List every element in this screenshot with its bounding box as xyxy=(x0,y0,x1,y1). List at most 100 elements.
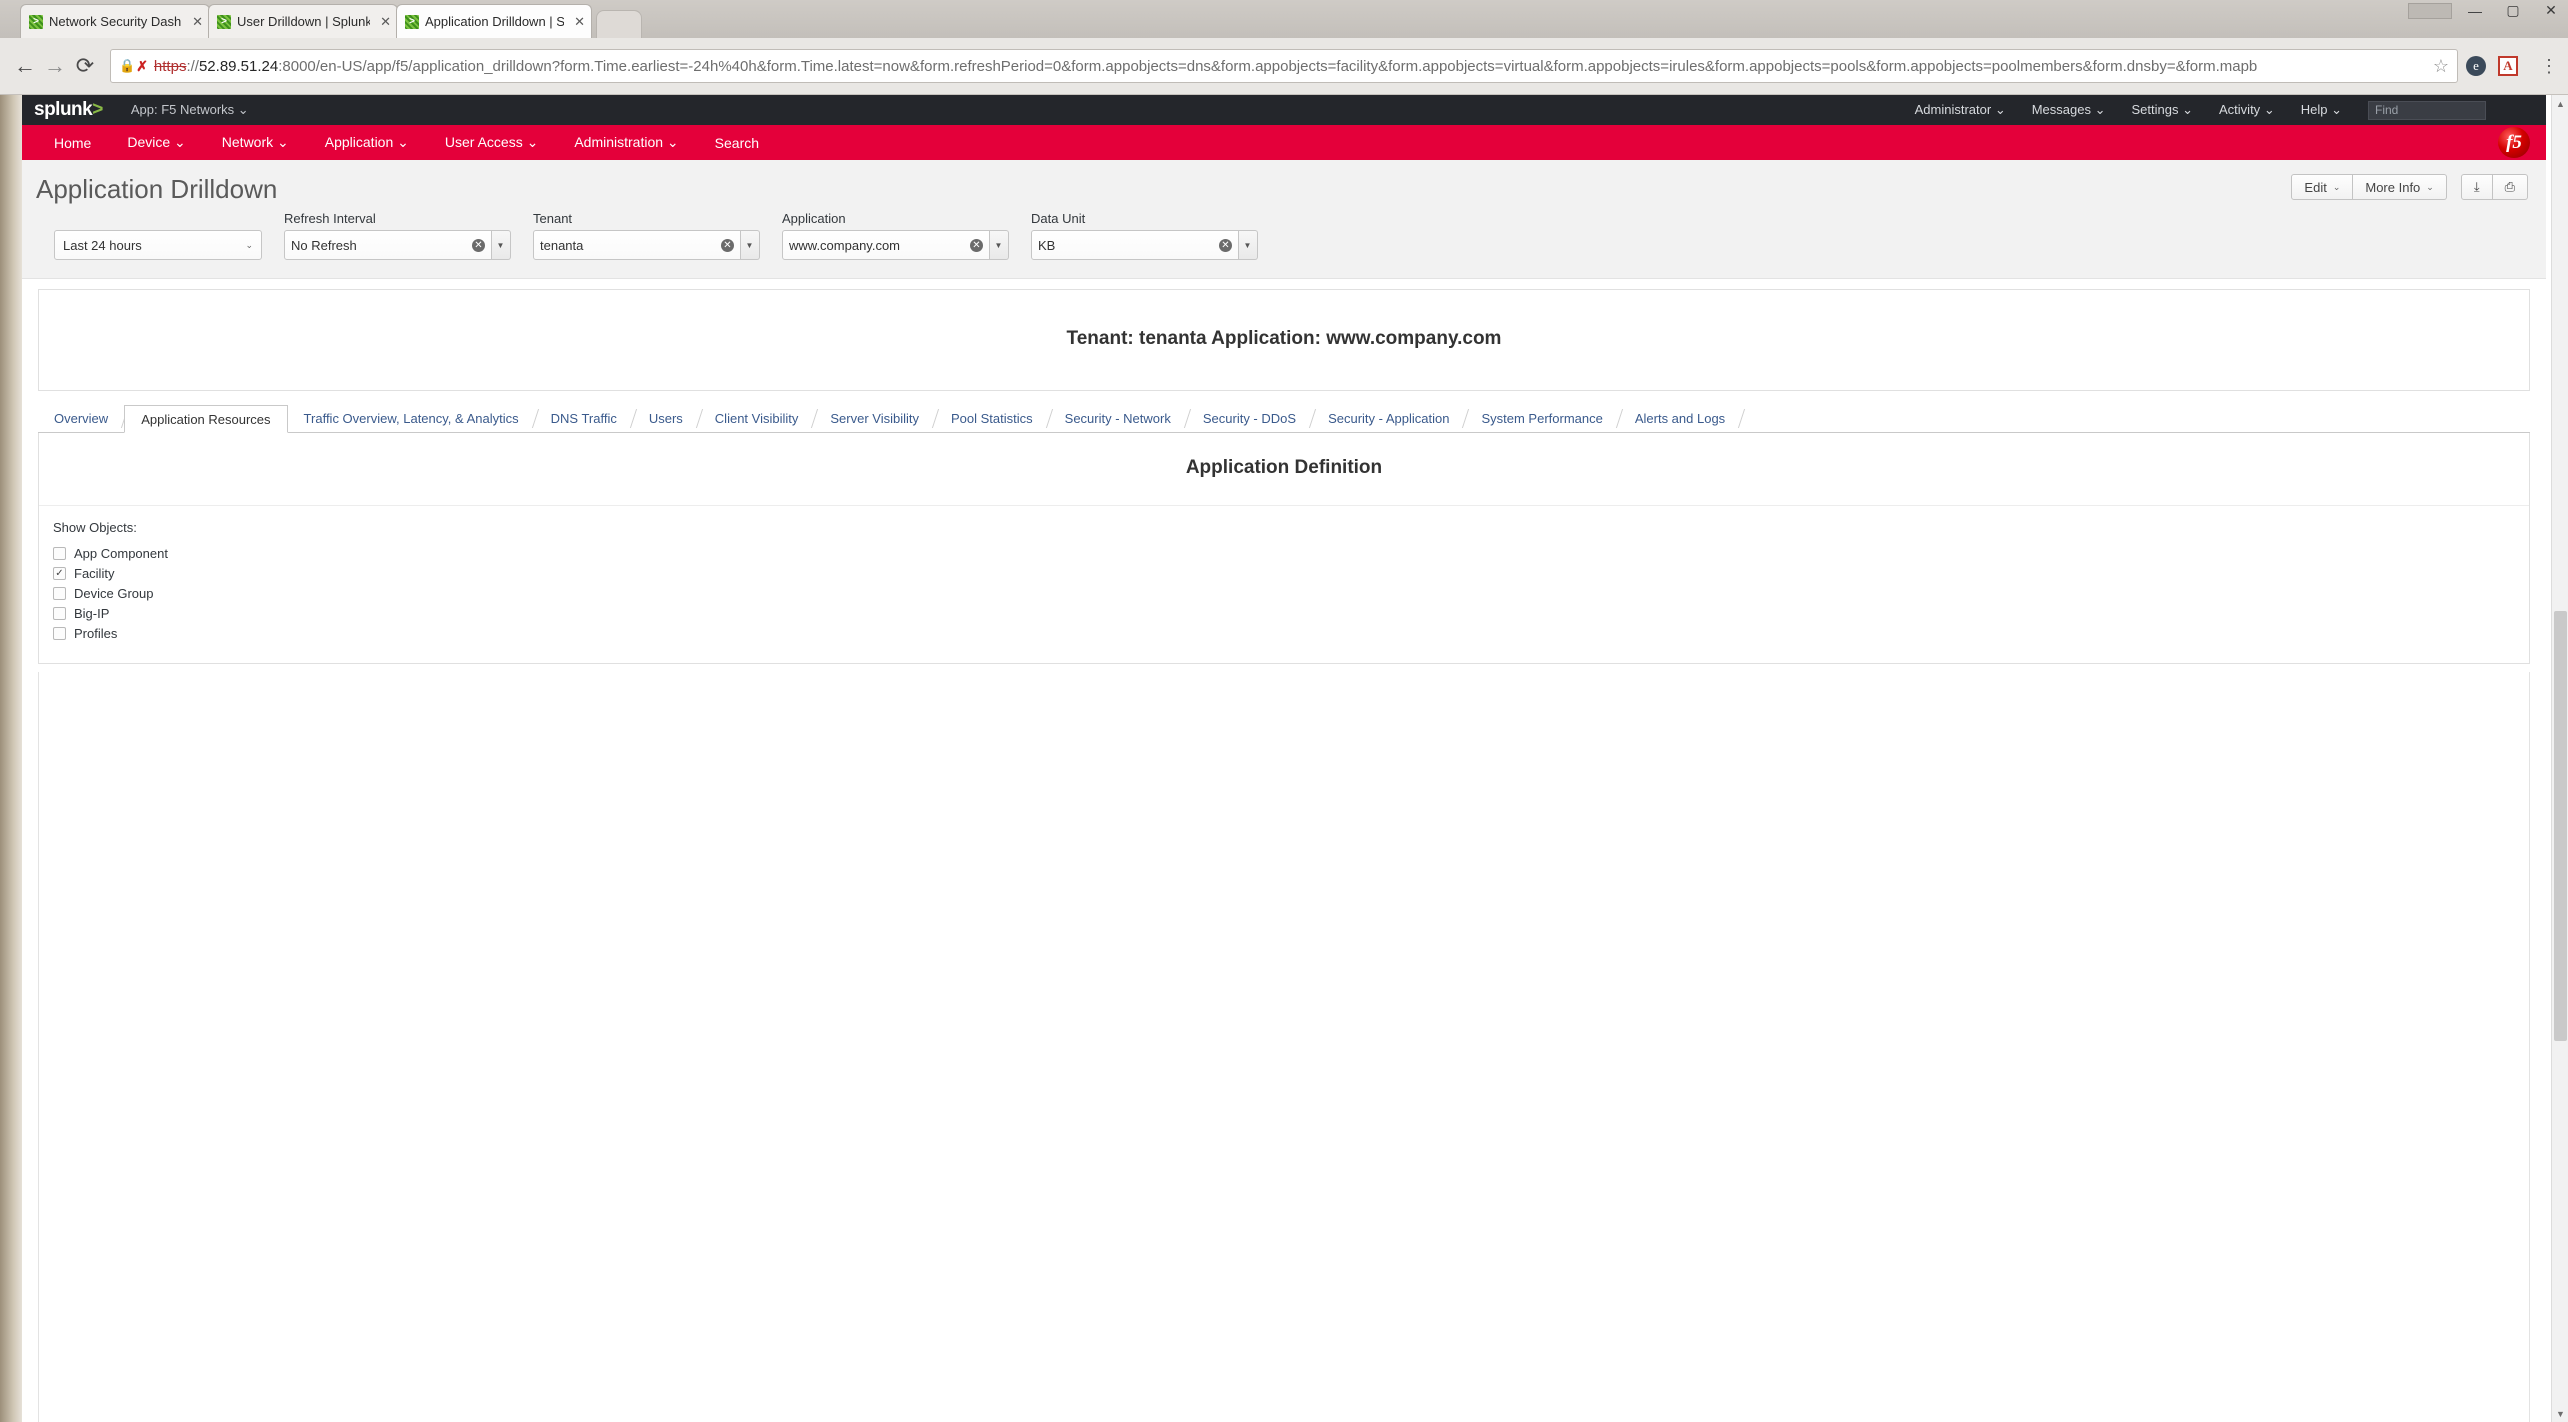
window-close-icon[interactable]: ✕ xyxy=(2540,2,2562,19)
browser-tab-2[interactable]: > Application Drilldown | Sp ✕ xyxy=(396,4,592,38)
tenant-input[interactable]: tenanta ✕ xyxy=(533,230,741,260)
back-icon[interactable]: ← xyxy=(10,53,40,79)
tab-users[interactable]: Users xyxy=(633,405,703,432)
close-icon[interactable]: ✕ xyxy=(188,14,203,30)
browser-tab-title: Network Security Dashbo xyxy=(49,14,183,29)
tenant-dropdown[interactable]: ▼ xyxy=(740,230,760,260)
time-range-select[interactable]: Last 24 hours ⌄ xyxy=(54,230,262,260)
user-menu-administrator[interactable]: Administrator ⌄ xyxy=(1915,102,2006,118)
tab-alerts-and-logs[interactable]: Alerts and Logs xyxy=(1619,405,1746,432)
clear-icon[interactable]: ✕ xyxy=(1219,238,1232,252)
menu-help[interactable]: Help ⌄ xyxy=(2301,102,2342,118)
clear-icon[interactable]: ✕ xyxy=(721,238,734,252)
data-unit-input[interactable]: KB ✕ xyxy=(1031,230,1239,260)
clear-icon[interactable]: ✕ xyxy=(970,238,983,252)
page-content: splunk> App: F5 Networks ⌄ Administrator… xyxy=(22,95,2546,1422)
nav-item-administration[interactable]: Administration ⌄ xyxy=(556,134,696,151)
refresh-interval-value: No Refresh xyxy=(291,237,357,253)
splunk-system-bar-right: Administrator ⌄ Messages ⌄ Settings ⌄ Ac… xyxy=(1915,95,2486,125)
tab-overview[interactable]: Overview xyxy=(38,405,129,432)
checkbox-facility[interactable]: ✓ Facility xyxy=(53,563,2529,583)
browser-tab-1[interactable]: > User Drilldown | Splunk ✕ xyxy=(208,4,398,38)
checkbox-app-component[interactable]: App Component xyxy=(53,543,2529,563)
dashboard-actions: Edit ⌄ More Info ⌄ ⤓ ⎙ xyxy=(2291,174,2528,200)
tab-application-resources[interactable]: Application Resources xyxy=(124,405,288,433)
nav-item-home[interactable]: Home xyxy=(36,135,109,151)
pdf-extension-icon[interactable]: A xyxy=(2498,56,2518,76)
checkbox-icon[interactable] xyxy=(53,546,66,560)
scroll-down-icon[interactable]: ▼ xyxy=(2552,1405,2568,1422)
address-bar[interactable]: 🔒 ✗ https://52.89.51.24:8000/en-US/app/f5… xyxy=(110,49,2458,83)
checkbox-big-ip[interactable]: Big-IP xyxy=(53,603,2529,623)
checkbox-label: Big-IP xyxy=(74,605,110,621)
filter-tenant: Tenant tenanta ✕ ▼ xyxy=(533,211,760,260)
edit-moreinfo-group: Edit ⌄ More Info ⌄ xyxy=(2291,174,2447,200)
menu-activity[interactable]: Activity ⌄ xyxy=(2219,102,2275,118)
tab-dns-traffic[interactable]: DNS Traffic xyxy=(535,405,637,432)
f5-app-nav: Home Device ⌄ Network ⌄ Application ⌄ Us… xyxy=(22,125,2546,160)
data-unit-dropdown[interactable]: ▼ xyxy=(1238,230,1258,260)
window-controls[interactable]: — ▢ ✕ xyxy=(2464,2,2562,19)
nav-item-device[interactable]: Device ⌄ xyxy=(109,134,203,151)
f5-logo-icon: f5 xyxy=(2498,127,2530,158)
scroll-up-icon[interactable]: ▲ xyxy=(2552,95,2568,112)
checkbox-profiles[interactable]: Profiles xyxy=(53,623,2529,643)
find-input[interactable]: Find xyxy=(2368,100,2486,120)
tab-traffic-overview[interactable]: Traffic Overview, Latency, & Analytics xyxy=(288,405,539,432)
refresh-interval-input[interactable]: No Refresh ✕ xyxy=(284,230,492,260)
menu-messages[interactable]: Messages ⌄ xyxy=(2032,102,2106,118)
checkbox-device-group[interactable]: Device Group xyxy=(53,583,2529,603)
url-path: :8000/en-US/app/f5/application_drilldown… xyxy=(278,57,2258,75)
checkbox-icon[interactable] xyxy=(53,606,66,620)
more-info-button[interactable]: More Info ⌄ xyxy=(2353,174,2447,200)
clear-icon[interactable]: ✕ xyxy=(472,238,485,252)
application-input[interactable]: www.company.com ✕ xyxy=(782,230,990,260)
nav-item-search[interactable]: Search xyxy=(697,135,777,151)
application-definition-title: Application Definition xyxy=(1185,457,1383,478)
checkbox-icon[interactable] xyxy=(53,626,66,640)
close-icon[interactable]: ✕ xyxy=(376,14,391,30)
scrollbar-thumb[interactable] xyxy=(2554,611,2567,1041)
maximize-icon[interactable]: ▢ xyxy=(2502,2,2524,19)
forward-icon[interactable]: → xyxy=(40,53,70,79)
checkbox-icon[interactable] xyxy=(53,586,66,600)
edit-button[interactable]: Edit ⌄ xyxy=(2291,174,2354,200)
nav-item-network[interactable]: Network ⌄ xyxy=(204,134,307,151)
page-left-edge-artifact xyxy=(0,95,22,1422)
tab-pool-statistics[interactable]: Pool Statistics xyxy=(935,405,1053,432)
nav-item-application[interactable]: Application ⌄ xyxy=(307,134,427,151)
tenant-application-banner: Tenant: tenanta Application: www.company… xyxy=(1066,328,1502,349)
reload-icon[interactable]: ⟳ xyxy=(70,53,100,79)
export-button[interactable]: ⤓ xyxy=(2460,174,2493,200)
tab-security-ddos[interactable]: Security - DDoS xyxy=(1187,405,1317,432)
browser-tab-0[interactable]: > Network Security Dashbo ✕ xyxy=(20,4,210,38)
print-icon: ⎙ xyxy=(2504,179,2515,194)
print-button[interactable]: ⎙ xyxy=(2492,174,2528,200)
tab-security-application[interactable]: Security - Application xyxy=(1312,405,1470,432)
browser-menu-icon[interactable]: ⋮ xyxy=(2530,56,2558,77)
minimize-icon[interactable]: — xyxy=(2464,3,2486,19)
dashboard-tabs: Overview Application Resources Traffic O… xyxy=(38,405,2530,433)
new-tab-button[interactable] xyxy=(596,10,642,38)
tab-server-visibility[interactable]: Server Visibility xyxy=(814,405,940,432)
browser-tabstrip: > Network Security Dashbo ✕ > User Drill… xyxy=(0,0,2568,38)
sankey-diagram[interactable] xyxy=(39,672,2529,1422)
checkbox-label: Device Group xyxy=(74,585,154,601)
splunk-logo[interactable]: splunk> xyxy=(34,99,103,121)
bookmark-star-icon[interactable]: ☆ xyxy=(2433,56,2449,77)
tab-system-performance[interactable]: System Performance xyxy=(1465,405,1623,432)
splunk-favicon-icon: > xyxy=(217,14,231,29)
tab-security-network[interactable]: Security - Network xyxy=(1049,405,1191,432)
nav-item-user-access[interactable]: User Access ⌄ xyxy=(427,134,556,151)
edge-extension-icon[interactable]: e xyxy=(2466,56,2486,76)
tab-client-visibility[interactable]: Client Visibility xyxy=(699,405,819,432)
refresh-interval-dropdown[interactable]: ▼ xyxy=(491,230,511,260)
application-dropdown[interactable]: ▼ xyxy=(989,230,1009,260)
menu-settings[interactable]: Settings ⌄ xyxy=(2132,102,2194,118)
close-icon[interactable]: ✕ xyxy=(570,14,585,30)
checkbox-icon-checked[interactable]: ✓ xyxy=(53,566,66,580)
app-selector[interactable]: App: F5 Networks ⌄ xyxy=(131,102,249,118)
filter-label: Application xyxy=(782,211,846,226)
page-scrollbar[interactable]: ▲ ▼ xyxy=(2551,95,2568,1422)
download-icon: ⤓ xyxy=(2473,179,2480,194)
